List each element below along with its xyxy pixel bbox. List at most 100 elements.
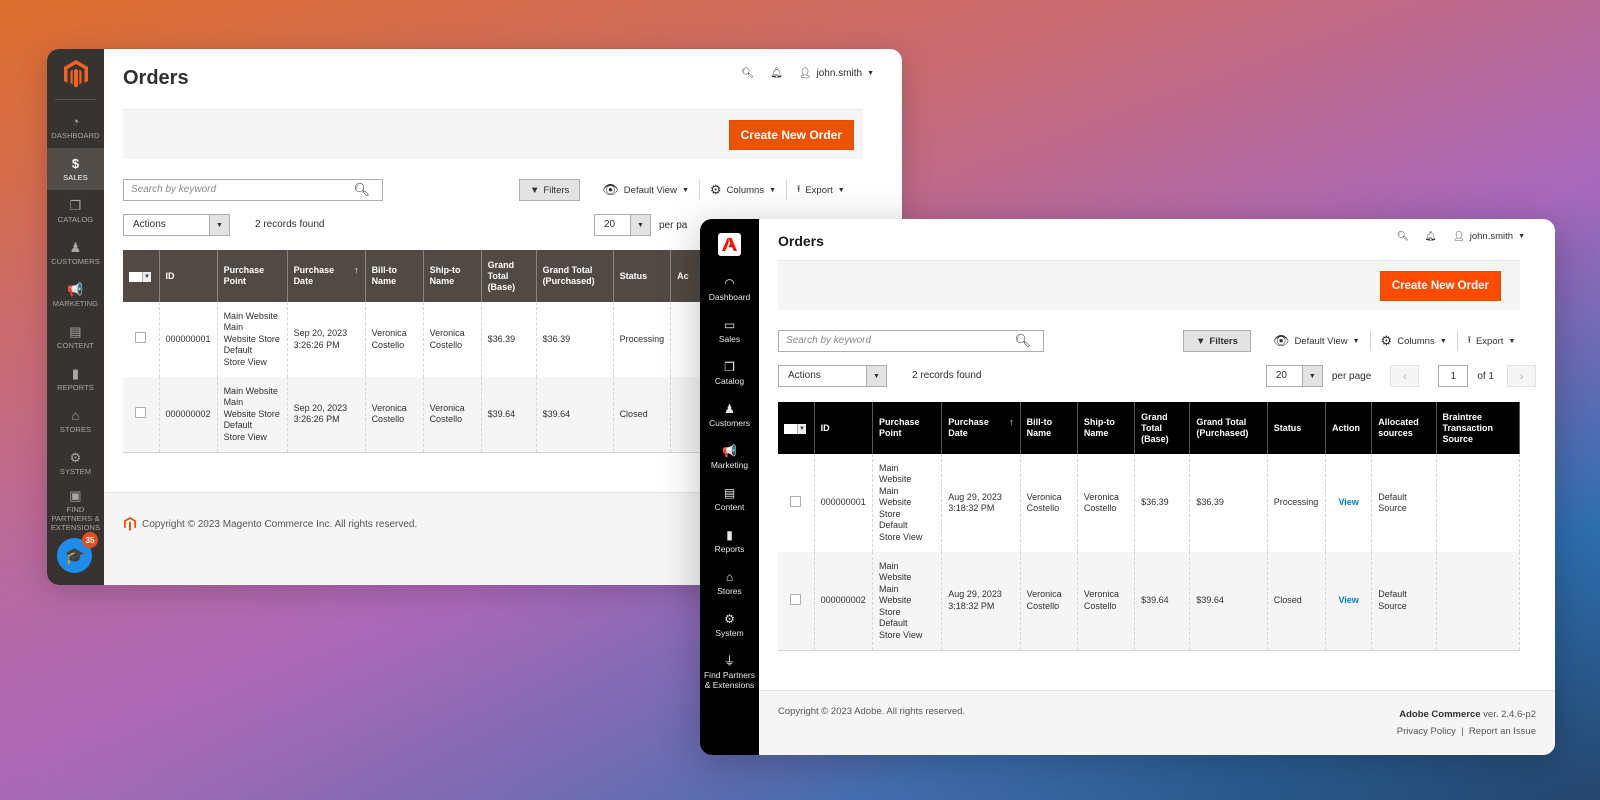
sidebar-item-label: System (715, 628, 744, 638)
keyword-search-input[interactable]: Search by keyword 🔍︎ (123, 179, 383, 201)
per-page-value: 20 (604, 219, 616, 230)
view-order-link[interactable]: View (1338, 595, 1358, 605)
sidebar-item-catalog[interactable]: ❒ Catalog (700, 352, 759, 394)
sidebar-item-content[interactable]: ▤ CONTENT (47, 316, 104, 358)
global-search-icon[interactable]: 🔍︎ (741, 68, 754, 79)
help-button[interactable]: 🎓 35 (57, 532, 98, 573)
megaphone-icon: 📢 (722, 444, 737, 458)
notifications-bell-icon[interactable]: 🔔︎ (770, 68, 783, 79)
row-checkbox[interactable] (790, 495, 802, 507)
export-dropdown[interactable]: ⭱ Export ▼ (1458, 330, 1526, 352)
sidebar-item-find-partners-extensions[interactable]: ▣ FIND PARTNERS & EXTENSIONS (47, 484, 104, 536)
row-checkbox[interactable] (790, 593, 802, 605)
mass-select-dropdown[interactable]: ▼ (784, 424, 806, 435)
search-icon[interactable]: 🔍︎ (353, 182, 370, 198)
cell-value: 000000001 (165, 333, 211, 344)
privacy-policy-link[interactable]: Privacy Policy (1397, 726, 1456, 737)
username: john.smith (816, 68, 863, 79)
sidebar-item-reports[interactable]: ▮ Reports (700, 520, 759, 562)
sidebar-item-dashboard[interactable]: ◔ DASHBOARD (47, 106, 104, 148)
column-header-braintree-transaction-source[interactable]: Braintree Transaction Source (1436, 402, 1521, 454)
sidebar-item-customers[interactable]: ♟ CUSTOMERS (47, 232, 104, 274)
sidebar-item-marketing[interactable]: 📢 Marketing (700, 436, 759, 478)
cell-grand-purchased: $36.39 (536, 302, 614, 377)
column-header-id[interactable]: ID (159, 250, 218, 302)
create-new-order-button[interactable]: Create New Order (728, 120, 854, 150)
column-header-bill-to-name[interactable]: Bill-to Name (365, 250, 424, 302)
user-menu[interactable]: 👤︎ john.smith ▼ (799, 68, 874, 79)
table-row[interactable]: 000000001 Main Website Main Website Store… (123, 302, 712, 377)
column-header-select[interactable]: ▼ (123, 250, 160, 302)
notifications-bell-icon[interactable]: 🔔︎ (1425, 231, 1437, 242)
cell-value: $39.64 (1196, 595, 1224, 605)
sidebar-item-dashboard[interactable]: ◠ Dashboard (700, 268, 759, 310)
column-header-bill-to-name[interactable]: Bill-to Name (1020, 402, 1078, 454)
export-icon: ⭱ (1467, 335, 1471, 346)
column-header-grand-total-purchased[interactable]: Grand Total (Purchased) (1189, 402, 1268, 454)
column-header-status[interactable]: Status (613, 250, 672, 302)
user-menu[interactable]: 👤︎ john.smith ▼ (1453, 231, 1525, 242)
column-header-ship-to-name[interactable]: Ship-to Name (423, 250, 482, 302)
sidebar-item-sales[interactable]: ▭ Sales (700, 310, 759, 352)
keyword-search-input[interactable]: Search by keyword 🔍︎ (778, 330, 1044, 352)
column-header-grand-total-base[interactable]: Grand Total (Base) (1134, 402, 1191, 454)
column-header-grand-total-purchased[interactable]: Grand Total (Purchased) (536, 250, 614, 302)
previous-page-button[interactable]: ‹ (1390, 365, 1420, 387)
table-row[interactable]: 000000002 Main Website Main Website Store… (778, 552, 1521, 651)
create-new-order-button[interactable]: Create New Order (1379, 271, 1501, 301)
adobe-logo[interactable] (718, 233, 741, 256)
global-search-icon[interactable]: 🔍︎ (1397, 231, 1409, 242)
magento-logo[interactable] (47, 49, 104, 99)
user-icon: 👤︎ (798, 68, 812, 79)
column-header-select[interactable]: ▼ (778, 402, 815, 454)
next-page-button[interactable]: › (1507, 365, 1536, 387)
per-page-select[interactable]: 20 ▼ (594, 214, 651, 236)
table-row[interactable]: 000000001 Main Website Main Website Store… (778, 454, 1521, 552)
column-header-purchase-point[interactable]: Purchase Point (872, 402, 943, 454)
view-dropdown[interactable]: 👁 Default View ▼ (592, 179, 699, 201)
column-header-label: Grand Total (Purchased) (542, 265, 595, 286)
sidebar-item-reports[interactable]: ▮ REPORTS (47, 358, 104, 400)
view-dropdown[interactable]: 👁 Default View ▼ (1263, 330, 1370, 352)
row-checkbox[interactable] (135, 407, 147, 418)
filters-button[interactable]: ▼ Filters (1183, 330, 1251, 352)
report-issue-link[interactable]: Report an Issue (1469, 726, 1536, 737)
cell-value: Main Website Main Website Store Default … (223, 385, 280, 442)
column-header-grand-total-base[interactable]: Grand Total (Base) (481, 250, 537, 302)
column-header-ship-to-name[interactable]: Ship-to Name (1077, 402, 1136, 454)
cell-value: Default Source (1378, 491, 1407, 514)
sidebar-item-stores[interactable]: ⌂ Stores (700, 562, 759, 604)
bar-chart-icon: ▮ (726, 528, 733, 542)
column-header-status[interactable]: Status (1267, 402, 1327, 454)
sidebar-item-content[interactable]: ▤ Content (700, 478, 759, 520)
column-header-purchase-date[interactable]: ↑ Purchase Date (941, 402, 1021, 454)
mass-actions-select[interactable]: Actions ▼ (123, 214, 230, 236)
columns-dropdown[interactable]: ⚙ Columns ▼ (700, 179, 786, 201)
column-header-id[interactable]: ID (814, 402, 873, 454)
columns-dropdown[interactable]: ⚙ Columns ▼ (1371, 330, 1457, 352)
export-dropdown[interactable]: ⭱ Export ▼ (787, 179, 855, 201)
sidebar-item-system[interactable]: ⚙ System (700, 604, 759, 646)
sidebar-item-marketing[interactable]: 📢 MARKETING (47, 274, 104, 316)
row-checkbox[interactable] (135, 332, 147, 344)
column-header-allocated-sources[interactable]: Allocated sources (1371, 402, 1437, 454)
mass-actions-select[interactable]: Actions ▼ (778, 365, 887, 387)
search-icon[interactable]: 🔍︎ (1014, 333, 1031, 349)
filters-button[interactable]: ▼ Filters (519, 179, 581, 201)
sidebar-item-customers[interactable]: ♟ Customers (700, 394, 759, 436)
column-header-purchase-date[interactable]: ↑ Purchase Date (287, 250, 366, 302)
view-order-link[interactable]: View (1338, 497, 1358, 507)
sidebar-item-system[interactable]: ⚙ SYSTEM (47, 442, 104, 484)
page-number-input[interactable]: 1 (1438, 365, 1469, 387)
sidebar-item-catalog[interactable]: ❒ CATALOG (47, 190, 104, 232)
sidebar-item-find-partners-extensions[interactable]: ⏚ Find Partners & Extensions (700, 646, 759, 698)
mass-select-dropdown[interactable]: ▼ (129, 272, 151, 283)
column-header-action[interactable]: Action (1325, 402, 1373, 454)
gear-icon: ⚙ (1380, 333, 1393, 348)
column-header-purchase-point[interactable]: Purchase Point (217, 250, 288, 302)
sidebar-item-sales[interactable]: $ SALES (47, 148, 104, 190)
sidebar-item-stores[interactable]: ⌂ STORES (47, 400, 104, 442)
table-row[interactable]: 000000002 Main Website Main Website Store… (123, 377, 712, 453)
per-page-select[interactable]: 20 ▼ (1265, 365, 1323, 387)
chevron-down-icon: ▼ (1518, 233, 1525, 240)
